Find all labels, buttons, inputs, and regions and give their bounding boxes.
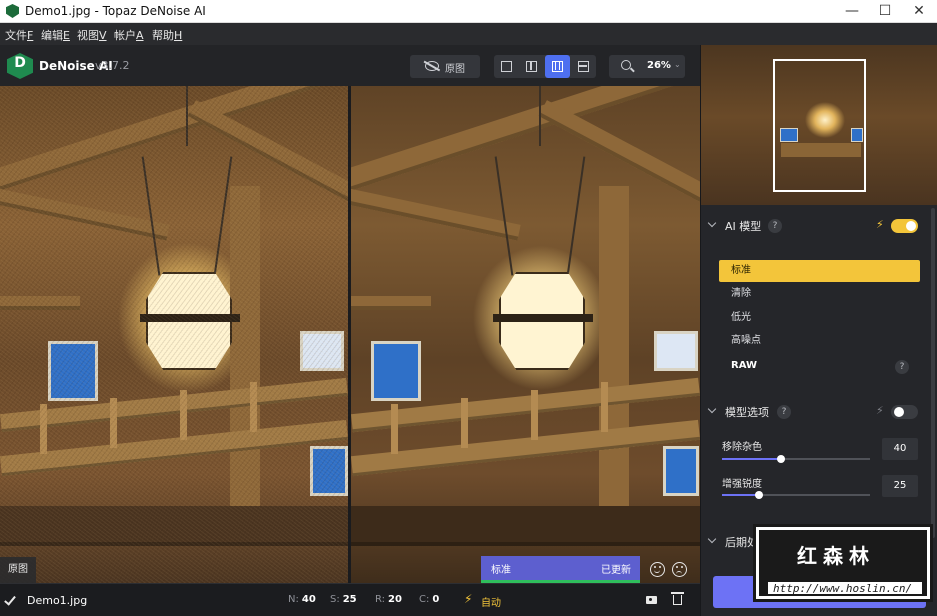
navigator-viewport-frame[interactable] (773, 59, 866, 192)
banner-status: 已更新 (601, 565, 631, 576)
model-options-section-header[interactable]: 模型选项 ? ⚡ (701, 401, 937, 423)
zoom-in-icon (621, 60, 631, 70)
close-button[interactable]: ✕ (902, 0, 936, 23)
watermark-url: http://www.hoslin.cn/ (773, 582, 913, 595)
single-view-icon (501, 61, 512, 72)
side-by-side-view-button[interactable] (545, 55, 570, 78)
processed-image-pane[interactable] (351, 86, 700, 583)
remove-noise-label: 移除杂色 (722, 442, 762, 453)
remove-noise-value[interactable]: 40 (882, 438, 918, 460)
stat-color: C: 0 (419, 594, 440, 605)
help-icon[interactable]: ? (777, 405, 791, 419)
ai-model-title: AI 模型 (725, 220, 762, 233)
smile-face-icon[interactable] (650, 562, 665, 577)
file-name: Demo1.jpg (27, 594, 88, 607)
chevron-down-icon: ⌄ (674, 60, 681, 69)
ai-model-toggle[interactable] (891, 219, 918, 233)
navigator-preview[interactable] (701, 45, 937, 205)
side-by-side-view-icon (552, 61, 563, 72)
stat-sharpness: S: 25 (330, 594, 357, 605)
view-mode-group (494, 55, 596, 78)
menu-account[interactable]: 帐户A (114, 27, 144, 43)
toolbar: D DeNoise AI v3.7.2 原图 26% ⌄ (0, 45, 700, 86)
stat-recover: R: 20 (375, 594, 402, 605)
panel-scrollbar[interactable] (931, 208, 935, 538)
chevron-down-icon (707, 404, 717, 414)
processed-photo (351, 86, 700, 583)
model-status-banner: 标准 已更新 (481, 556, 640, 583)
camera-icon[interactable] (646, 596, 657, 604)
split-view-button[interactable] (519, 55, 544, 78)
window-title: Demo1.jpg - Topaz DeNoise AI (25, 4, 206, 18)
status-bar: Demo1.jpg N: 40 S: 25 R: 20 C: 0 ⚡ 自动 (0, 583, 700, 616)
model-options-toggle[interactable] (891, 405, 918, 419)
banner-model-name: 标准 (491, 565, 511, 576)
show-original-button[interactable]: 原图 (410, 55, 480, 78)
auto-mode-label[interactable]: 自动 (481, 594, 501, 609)
check-icon (4, 593, 16, 606)
show-original-label: 原图 (445, 64, 465, 75)
eye-off-icon (425, 61, 439, 71)
lightning-icon: ⚡ (876, 404, 884, 417)
minimize-button[interactable]: — (835, 0, 869, 23)
app-icon (6, 4, 19, 18)
watermark-logo: 红森林 http://www.hoslin.cn/ (753, 524, 933, 602)
enhance-sharpness-label: 增强锐度 (722, 479, 762, 490)
quad-view-icon (578, 61, 589, 72)
ai-model-section-header[interactable]: AI 模型 ? ⚡ (701, 215, 937, 237)
menu-view[interactable]: 视图V (77, 27, 107, 43)
slider-fill (722, 494, 759, 496)
split-view-icon (526, 61, 537, 72)
watermark-title: 红森林 (797, 544, 875, 568)
remove-noise-slider[interactable] (722, 455, 870, 463)
model-option-low-light[interactable]: 低光 (719, 307, 920, 329)
menu-help[interactable]: 帮助H (152, 27, 182, 43)
help-icon[interactable]: ? (768, 219, 782, 233)
window-title-bar: Demo1.jpg - Topaz DeNoise AI — ☐ ✕ (0, 0, 937, 23)
model-option-raw[interactable]: RAW (719, 355, 920, 377)
quad-view-button[interactable] (571, 55, 596, 78)
original-badge: 原图 (0, 557, 36, 583)
frown-face-icon[interactable] (672, 562, 687, 577)
original-image-pane[interactable] (0, 86, 348, 583)
slider-handle[interactable] (755, 491, 763, 499)
enhance-sharpness-slider[interactable] (722, 491, 870, 499)
single-view-button[interactable] (494, 55, 519, 78)
maximize-button[interactable]: ☐ (868, 0, 902, 23)
enhance-sharpness-value[interactable]: 25 (882, 475, 918, 497)
chevron-down-icon (707, 534, 717, 544)
lightning-icon: ⚡ (464, 592, 473, 606)
slider-fill (722, 458, 782, 460)
app-version: v3.7.2 (95, 59, 130, 72)
watermark-url-box: http://www.hoslin.cn/ (766, 580, 924, 596)
logo-letter: D (14, 55, 26, 71)
menu-bar: 文件F 编辑E 视图V 帐户A 帮助H (0, 23, 937, 45)
menu-file[interactable]: 文件F (5, 27, 33, 43)
zoom-control[interactable]: 26% ⌄ (609, 55, 685, 78)
model-option-clear[interactable]: 清除 (719, 283, 920, 305)
zoom-level: 26% (647, 60, 671, 71)
lightning-icon: ⚡ (876, 218, 884, 231)
stat-noise: N: 40 (288, 594, 316, 605)
original-photo (0, 86, 348, 583)
model-option-severe-noise[interactable]: 高噪点 (719, 330, 920, 352)
model-options-title: 模型选项 (725, 406, 769, 419)
menu-edit[interactable]: 编辑E (41, 27, 70, 43)
chevron-down-icon (707, 218, 717, 228)
slider-handle[interactable] (777, 455, 786, 463)
trash-icon[interactable] (671, 592, 684, 605)
model-option-standard[interactable]: 标准 (719, 260, 920, 282)
help-icon[interactable]: ? (895, 360, 909, 374)
